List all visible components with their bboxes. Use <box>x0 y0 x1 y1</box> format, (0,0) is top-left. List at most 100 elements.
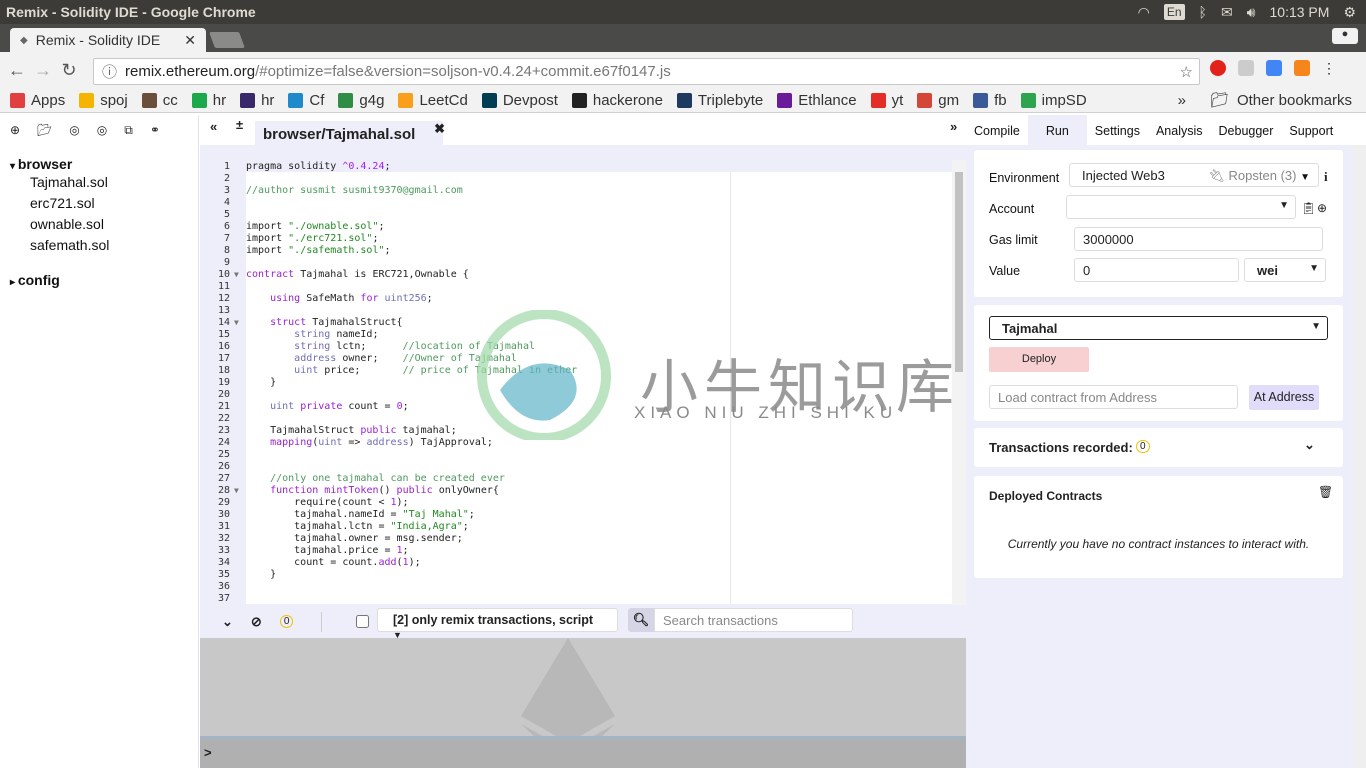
bookmark-item[interactable]: hr <box>240 92 274 109</box>
search-icon[interactable]: 🔍︎ <box>628 608 654 632</box>
open-folder-icon[interactable]: 📂︎ <box>37 123 52 138</box>
code-line[interactable]: 7 import "./erc721.sol"; <box>200 233 960 245</box>
contract-address-input[interactable]: Load contract from Address <box>989 385 1238 409</box>
fold-toggle-icon[interactable]: ▼ <box>234 317 246 329</box>
opera-extension-icon[interactable] <box>1210 60 1226 76</box>
bookmark-item[interactable]: hackerone <box>571 92 663 109</box>
tab-run[interactable]: Run <box>1027 115 1087 145</box>
code-line[interactable]: 34 count = count.add(1); <box>200 557 960 569</box>
bookmark-item[interactable]: fb <box>973 92 1007 109</box>
fold-toggle-icon[interactable]: ▼ <box>234 485 246 497</box>
reload-icon[interactable]: ↻ <box>56 60 82 81</box>
file-item[interactable]: Tajmahal.sol <box>0 172 198 193</box>
code-line[interactable]: 28 ▼ function mintToken() public onlyOwne… <box>200 485 960 497</box>
listen-network-checkbox[interactable] <box>356 615 370 628</box>
code-line[interactable]: 6 import "./ownable.sol"; <box>200 221 960 233</box>
code-line[interactable]: 14 ▼ struct TajmahalStruct{ <box>200 317 960 329</box>
transaction-filter-select[interactable]: [2] only remix transactions, script ▼ <box>377 608 618 640</box>
bookmark-item[interactable]: yt <box>870 92 903 109</box>
code-line[interactable]: 9 <box>200 257 960 269</box>
github-gist-icon[interactable]: ◎ <box>69 123 79 138</box>
code-line[interactable]: 3 //author susmit susmit9370@gmail.com <box>200 185 960 197</box>
tab-support[interactable]: Support <box>1281 115 1341 145</box>
bookmark-item[interactable]: spoj <box>79 92 128 109</box>
code-line[interactable]: 24 mapping(uint => address) TajApproval; <box>200 437 960 449</box>
code-line[interactable]: 35 } <box>200 569 960 581</box>
contract-select[interactable]: Tajmahal ▼ <box>989 316 1328 340</box>
bookmark-item[interactable]: Devpost <box>481 92 558 109</box>
tab-compile[interactable]: Compile <box>966 115 1028 145</box>
fold-toggle-icon[interactable]: ▼ <box>234 269 246 281</box>
close-tab-icon[interactable]: ✕ <box>184 32 196 49</box>
code-line[interactable]: 12 using SafeMath for uint256; <box>200 293 960 305</box>
keyboard-language[interactable]: En <box>1163 4 1185 20</box>
code-line[interactable]: 23 TajmahalStruct public tajmahal; <box>200 425 960 437</box>
bookmark-item[interactable]: gm <box>917 92 959 109</box>
search-transactions-input[interactable]: Search transactions <box>654 608 853 632</box>
metamask-icon[interactable] <box>1294 60 1310 76</box>
code-line[interactable]: 5 <box>200 209 960 221</box>
bookmarks-overflow-button[interactable]: » <box>1178 92 1186 109</box>
extension-icon[interactable] <box>1238 60 1254 76</box>
code-line[interactable]: 37 <box>200 593 960 605</box>
code-line[interactable]: 33 tajmahal.price = 1; <box>200 545 960 557</box>
deploy-button[interactable]: Deploy <box>989 347 1089 372</box>
environment-select[interactable]: Injected Web3 🔌︎ Ropsten (3) ▼ <box>1069 163 1319 187</box>
bookmark-star-icon[interactable]: ☆ <box>1180 63 1193 81</box>
volume-icon[interactable]: 🔊︎ <box>1247 4 1256 21</box>
new-tab-button[interactable] <box>209 32 245 48</box>
clock[interactable]: 10:13 PM <box>1270 4 1330 20</box>
minimize-terminal-icon[interactable]: ⌄ <box>222 614 233 630</box>
chevron-down-icon[interactable]: ⌄ <box>1304 437 1315 453</box>
panel-scrollbar[interactable] <box>1353 145 1366 768</box>
menu-icon[interactable]: ⋮ <box>1322 60 1336 77</box>
code-line[interactable]: 27 //only one tajmahal can be created ev… <box>200 473 960 485</box>
link-icon[interactable]: ⚭ <box>150 123 160 138</box>
forward-icon[interactable]: → <box>30 60 56 81</box>
code-line[interactable]: 1 pragma solidity ^0.4.24; <box>200 161 960 173</box>
folder-config[interactable]: ▸ config <box>0 272 198 288</box>
code-line[interactable]: 36 <box>200 581 960 593</box>
trash-icon[interactable]: 🗑︎ <box>1318 485 1333 499</box>
code-line[interactable]: 29 require(count < 1); <box>200 497 960 509</box>
info-icon[interactable]: ⓘ <box>102 61 117 82</box>
file-item[interactable]: erc721.sol <box>0 193 198 214</box>
bookmark-item[interactable]: hr <box>191 92 226 109</box>
code-line[interactable]: 2 <box>200 173 960 185</box>
bookmark-item[interactable]: g4g <box>338 92 384 109</box>
folder-browser[interactable]: ▾ browser <box>0 156 198 172</box>
code-line[interactable]: 11 <box>200 281 960 293</box>
code-line[interactable]: 4 <box>200 197 960 209</box>
value-input[interactable]: 0 <box>1074 258 1239 282</box>
address-bar[interactable]: ⓘ remix.ethereum.org/#optimize=false&ver… <box>93 58 1200 85</box>
file-item[interactable]: safemath.sol <box>0 235 198 256</box>
bookmark-item[interactable]: Triplebyte <box>676 92 763 109</box>
tab-debugger[interactable]: Debugger <box>1211 115 1282 145</box>
code-line[interactable]: 32 tajmahal.owner = msg.sender; <box>200 533 960 545</box>
github-icon[interactable]: ◎ <box>97 123 107 138</box>
at-address-button[interactable]: At Address <box>1249 385 1319 410</box>
editor-tab[interactable]: browser/Tajmahal.sol ✖ <box>255 121 445 145</box>
new-file-icon[interactable]: ⊕ <box>10 123 20 138</box>
bookmark-item[interactable]: Apps <box>10 92 65 109</box>
unit-select[interactable]: wei ▼ <box>1244 258 1326 282</box>
code-line[interactable]: 25 <box>200 449 960 461</box>
terminal-input[interactable]: > <box>200 736 966 768</box>
copy-icon[interactable]: ⧉ <box>124 123 133 138</box>
collapse-left-icon[interactable]: « <box>210 119 217 134</box>
code-line[interactable]: 31 tajmahal.lctn = "India,Agra"; <box>200 521 960 533</box>
profile-icon[interactable]: ● <box>1332 28 1358 44</box>
wifi-icon[interactable]: ◠ <box>1138 4 1150 21</box>
code-line[interactable]: 8 import "./safemath.sol"; <box>200 245 960 257</box>
info-icon[interactable]: i <box>1324 169 1328 185</box>
browser-tab[interactable]: ◆ Remix - Solidity IDE ✕ <box>10 28 206 52</box>
extension-icon[interactable] <box>1266 60 1282 76</box>
collapse-right-icon[interactable]: » <box>950 119 957 134</box>
transactions-recorded-card[interactable]: Transactions recorded: 0 ⌄ <box>974 428 1343 467</box>
tab-analysis[interactable]: Analysis <box>1148 115 1211 145</box>
bookmark-item[interactable]: Ethlance <box>777 92 857 109</box>
back-icon[interactable]: ← <box>4 60 30 81</box>
clear-console-icon[interactable]: ⊘ <box>251 614 262 630</box>
create-account-icon[interactable]: ⊕ <box>1317 201 1327 215</box>
code-line[interactable]: 10 ▼ contract Tajmahal is ERC721,Ownable { <box>200 269 960 281</box>
